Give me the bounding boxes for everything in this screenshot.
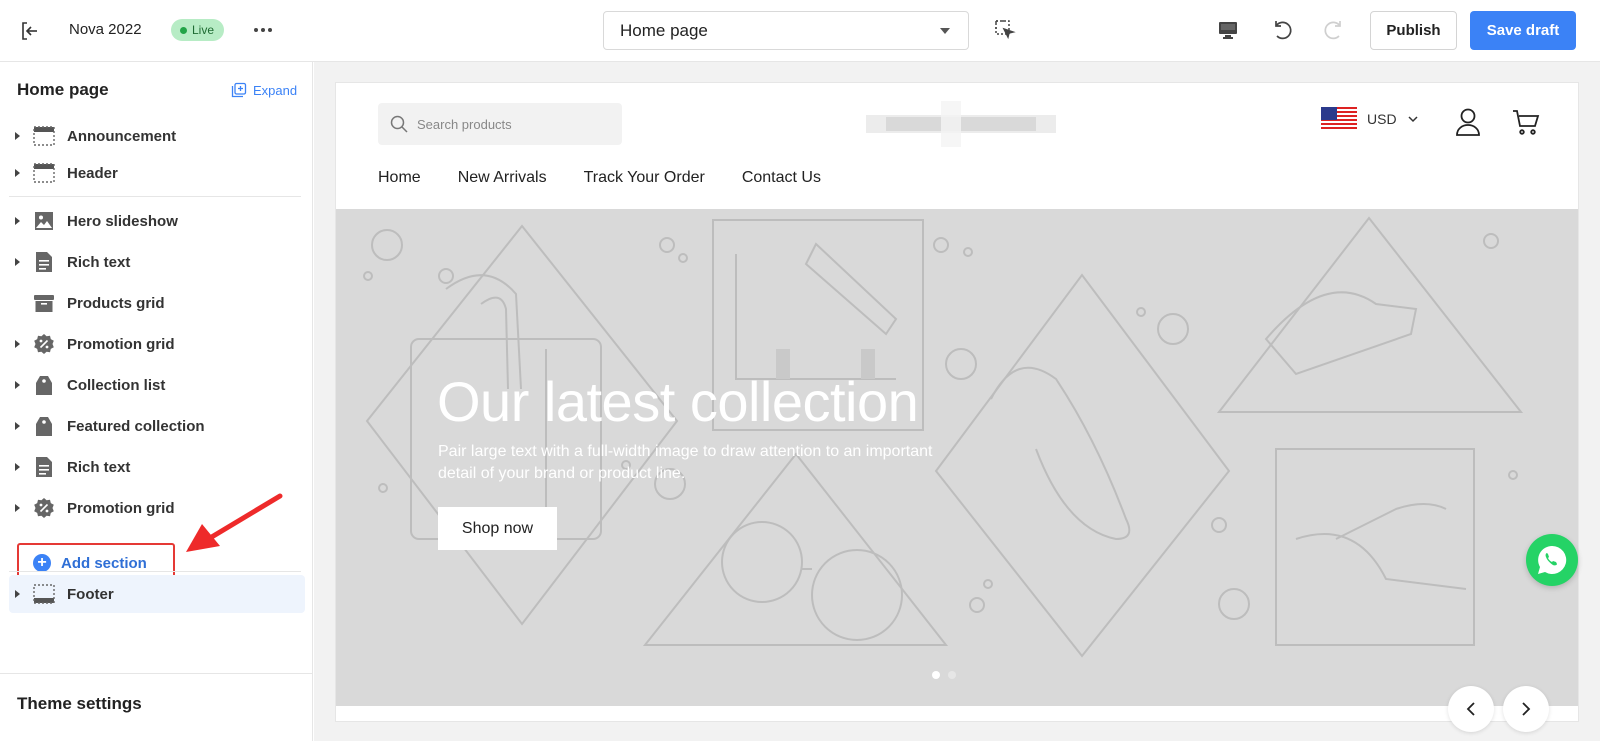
- caret-right-icon[interactable]: [15, 132, 25, 140]
- expand-button[interactable]: Expand: [231, 82, 297, 98]
- caret-right-icon[interactable]: [15, 504, 25, 512]
- caret-right-icon[interactable]: [15, 340, 25, 348]
- section-label: Announcement: [67, 127, 177, 145]
- image-icon: [32, 209, 56, 233]
- currency-label: USD: [1367, 111, 1397, 127]
- storefront-preview: Search products USD Home New Arrivals Tr…: [335, 82, 1579, 722]
- desktop-icon[interactable]: [1216, 18, 1240, 42]
- caret-right-icon[interactable]: [15, 381, 25, 389]
- caret-right-icon[interactable]: [15, 217, 25, 225]
- hero-subtitle: Pair large text with a full-width image …: [438, 443, 933, 482]
- section-label: Rich text: [67, 253, 131, 271]
- us-flag-icon: [1321, 107, 1357, 131]
- publish-button[interactable]: Publish: [1370, 11, 1457, 50]
- box-icon: [32, 291, 56, 315]
- nav-link-track-order[interactable]: Track Your Order: [584, 169, 705, 187]
- top-bar: Nova 2022 Live Home page Publish Save dr…: [0, 0, 1600, 62]
- nav-link-new-arrivals[interactable]: New Arrivals: [458, 169, 547, 187]
- store-logo[interactable]: [866, 101, 1056, 147]
- section-label: Hero slideshow: [67, 212, 178, 230]
- nav-link-contact[interactable]: Contact Us: [742, 169, 821, 187]
- section-item-collection-list[interactable]: Collection list: [9, 368, 305, 402]
- footer-layout-icon: [32, 582, 56, 606]
- caret-right-icon[interactable]: [15, 422, 25, 430]
- storefront-search[interactable]: Search products: [378, 103, 622, 145]
- inspect-icon[interactable]: [994, 19, 1016, 41]
- section-label: Products grid: [67, 294, 165, 312]
- section-item-footer[interactable]: Footer: [9, 575, 305, 613]
- section-label: Promotion grid: [67, 335, 175, 353]
- redo-icon[interactable]: [1320, 17, 1346, 43]
- save-draft-button[interactable]: Save draft: [1470, 11, 1576, 50]
- section-item-rich-text[interactable]: Rich text: [9, 245, 305, 279]
- discount-icon: [32, 332, 56, 356]
- whatsapp-icon: [1538, 545, 1567, 574]
- tag-icon: [32, 414, 56, 438]
- whatsapp-button[interactable]: [1526, 534, 1578, 586]
- document-icon: [32, 250, 56, 274]
- chevron-left-icon: [1466, 702, 1475, 716]
- tag-icon: [32, 373, 56, 397]
- header-layout-icon: [32, 161, 56, 185]
- section-label: Rich text: [67, 458, 131, 476]
- status-badge: Live: [171, 19, 225, 41]
- discount-icon: [32, 496, 56, 520]
- section-label: Footer: [67, 585, 114, 603]
- plus-circle-icon: +: [33, 554, 51, 572]
- add-section-label: Add section: [61, 554, 147, 572]
- chevron-right-icon: [1522, 702, 1531, 716]
- section-item-rich-text[interactable]: Rich text: [9, 450, 305, 484]
- chevron-down-icon: [1408, 116, 1418, 123]
- section-item-promotion-grid[interactable]: Promotion grid: [9, 491, 305, 525]
- sidebar-title: Home page: [17, 80, 109, 99]
- caret-right-icon[interactable]: [15, 258, 25, 266]
- currency-selector[interactable]: USD: [1321, 107, 1419, 131]
- shop-now-button[interactable]: Shop now: [438, 507, 557, 550]
- section-item-announcement[interactable]: Announcement: [9, 119, 305, 153]
- page-select-value: Home page: [620, 20, 708, 40]
- search-icon: [390, 115, 408, 133]
- more-icon[interactable]: [251, 20, 275, 40]
- cart-icon[interactable]: [1511, 107, 1541, 137]
- theme-settings[interactable]: Theme settings: [0, 673, 313, 741]
- nav-link-home[interactable]: Home: [378, 169, 421, 187]
- section-label: Featured collection: [67, 417, 205, 435]
- slide-dot-active[interactable]: [932, 671, 940, 679]
- caret-right-icon[interactable]: [15, 463, 25, 471]
- slide-indicators: [932, 671, 956, 679]
- document-icon: [32, 455, 56, 479]
- expand-label: Expand: [253, 82, 298, 98]
- live-dot-icon: [180, 26, 187, 34]
- section-label: Header: [67, 164, 118, 182]
- section-layout-icon: [32, 124, 56, 148]
- hero-slideshow: Our latest collection Pair large text wi…: [336, 209, 1578, 706]
- caret-right-icon[interactable]: [15, 590, 25, 598]
- sections-sidebar: Home page Expand Announcement Header Her…: [0, 62, 313, 741]
- exit-icon[interactable]: [18, 19, 42, 43]
- page-select[interactable]: Home page: [603, 11, 969, 50]
- section-item-promotion-grid[interactable]: Promotion grid: [9, 327, 305, 361]
- chevron-down-icon: [940, 28, 950, 34]
- theme-name: Nova 2022: [69, 21, 142, 38]
- prev-slide-button[interactable]: [1448, 686, 1494, 732]
- section-label: Promotion grid: [67, 499, 175, 517]
- section-item-featured-collection[interactable]: Featured collection: [9, 409, 305, 443]
- section-item-products-grid[interactable]: Products grid: [9, 286, 305, 320]
- storefront-nav: Home New Arrivals Track Your Order Conta…: [378, 169, 821, 187]
- hero-title: Our latest collection: [437, 370, 919, 433]
- section-item-hero-slideshow[interactable]: Hero slideshow: [9, 204, 305, 238]
- account-icon[interactable]: [1454, 107, 1482, 137]
- status-badge-label: Live: [192, 23, 215, 37]
- section-item-header[interactable]: Header: [9, 156, 305, 190]
- expand-icon: [231, 82, 247, 98]
- slide-dot[interactable]: [948, 671, 956, 679]
- divider: [9, 571, 301, 572]
- next-slide-button[interactable]: [1503, 686, 1549, 732]
- search-placeholder: Search products: [417, 116, 512, 132]
- divider: [9, 196, 301, 197]
- caret-right-icon[interactable]: [15, 169, 25, 177]
- section-label: Collection list: [67, 376, 166, 394]
- undo-icon[interactable]: [1270, 17, 1296, 43]
